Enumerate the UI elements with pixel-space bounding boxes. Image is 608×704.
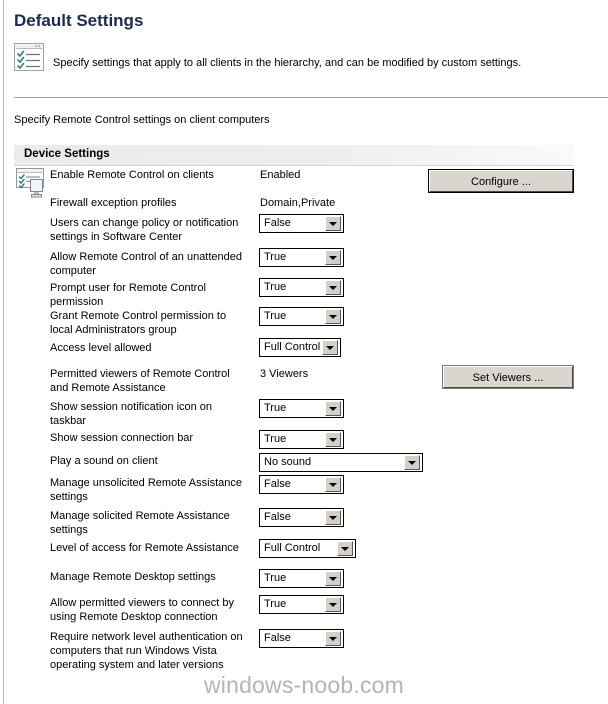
chevron-down-icon[interactable] xyxy=(325,401,341,416)
chevron-down-icon[interactable] xyxy=(337,541,353,556)
setting-dropdown-value: True xyxy=(264,310,287,322)
configure-button[interactable]: Configure ... xyxy=(428,169,574,193)
setting-dropdown-value: Full Control xyxy=(264,341,321,353)
chevron-down-icon[interactable] xyxy=(325,477,341,492)
setting-dropdown[interactable]: True xyxy=(259,278,344,297)
chevron-down-icon[interactable] xyxy=(325,597,341,612)
setting-dropdown-value: False xyxy=(264,632,291,644)
setting-label: Enable Remote Control on clients xyxy=(50,169,214,181)
setting-label: Allow Remote Control of an unattended co… xyxy=(50,251,243,277)
setting-label: Show session connection bar xyxy=(50,432,194,444)
site-watermark: windows-noob.com xyxy=(203,672,405,698)
header-divider xyxy=(14,97,608,98)
setting-dropdown-value: Full Control xyxy=(264,542,321,554)
settings-checklist-icon xyxy=(14,43,44,71)
setting-dropdown[interactable]: Full Control xyxy=(259,539,356,558)
section-subtitle: Specify Remote Control settings on clien… xyxy=(14,114,270,126)
setting-dropdown-value: False xyxy=(264,511,291,523)
setting-dropdown[interactable]: True xyxy=(259,248,344,267)
description-block: Specify settings that apply to all clien… xyxy=(14,43,521,71)
setting-dropdown-value: True xyxy=(264,402,287,414)
chevron-down-icon[interactable] xyxy=(325,571,341,586)
setting-label: Prompt user for Remote Control permissio… xyxy=(50,282,206,308)
setting-label: Grant Remote Control permission to local… xyxy=(50,310,227,336)
setting-label: Permitted viewers of Remote Control and … xyxy=(50,368,230,394)
device-settings-group-title: Device Settings xyxy=(24,148,110,160)
setting-dropdown[interactable]: True xyxy=(259,307,344,326)
setting-label: Users can change policy or notification … xyxy=(50,217,239,243)
setting-dropdown-value: True xyxy=(264,251,287,263)
setting-dropdown[interactable]: False xyxy=(259,508,344,527)
chevron-down-icon[interactable] xyxy=(325,432,341,447)
setting-dropdown-value: True xyxy=(264,433,287,445)
chevron-down-icon[interactable] xyxy=(322,340,338,355)
setting-dropdown[interactable]: False xyxy=(259,214,344,233)
setting-label: Firewall exception profiles xyxy=(50,197,177,209)
setting-label: Manage unsolicited Remote Assistance set… xyxy=(50,477,242,503)
setting-label: Access level allowed xyxy=(50,342,152,354)
setting-dropdown-value: True xyxy=(264,281,287,293)
chevron-down-icon[interactable] xyxy=(325,631,341,646)
setting-dropdown-value: No sound xyxy=(264,456,312,468)
setting-dropdown[interactable]: True xyxy=(259,569,344,588)
setting-label: Require network level authentication on … xyxy=(50,631,243,671)
setting-label: Manage Remote Desktop settings xyxy=(50,571,216,583)
settings-list: Enable Remote Control on clients Enabled F… xyxy=(0,168,608,671)
set-viewers-button[interactable]: Set Viewers ... xyxy=(442,365,574,389)
setting-dropdown-value: True xyxy=(264,572,287,584)
description-text: Specify settings that apply to all clien… xyxy=(53,57,522,69)
setting-dropdown[interactable]: False xyxy=(259,475,344,494)
setting-dropdown-value: False xyxy=(264,217,291,229)
chevron-down-icon[interactable] xyxy=(325,216,341,231)
setting-dropdown-value: True xyxy=(264,598,287,610)
setting-dropdown[interactable]: True xyxy=(259,430,344,449)
setting-value: Domain,Private xyxy=(260,197,336,209)
chevron-down-icon[interactable] xyxy=(325,510,341,525)
device-settings-group-header: Device Settings xyxy=(14,145,574,166)
chevron-down-icon[interactable] xyxy=(325,250,341,265)
chevron-down-icon[interactable] xyxy=(404,455,420,470)
setting-label: Show session notification icon on taskba… xyxy=(50,401,213,427)
setting-dropdown[interactable]: True xyxy=(259,595,344,614)
setting-label: Allow permitted viewers to connect by us… xyxy=(50,597,235,623)
setting-dropdown[interactable]: False xyxy=(259,629,344,648)
setting-value: 3 Viewers xyxy=(260,368,309,380)
setting-dropdown[interactable]: Full Control xyxy=(259,338,341,357)
setting-value: Enabled xyxy=(260,169,301,181)
setting-label: Play a sound on client xyxy=(50,455,158,467)
setting-label: Manage solicited Remote Assistance setti… xyxy=(50,510,230,536)
setting-dropdown[interactable]: True xyxy=(259,399,344,418)
chevron-down-icon[interactable] xyxy=(325,309,341,324)
setting-dropdown[interactable]: No sound xyxy=(259,453,423,472)
setting-dropdown-value: False xyxy=(264,478,291,490)
chevron-down-icon[interactable] xyxy=(325,280,341,295)
page-title: Default Settings xyxy=(14,11,144,30)
setting-label: Level of access for Remote Assistance xyxy=(50,542,239,554)
